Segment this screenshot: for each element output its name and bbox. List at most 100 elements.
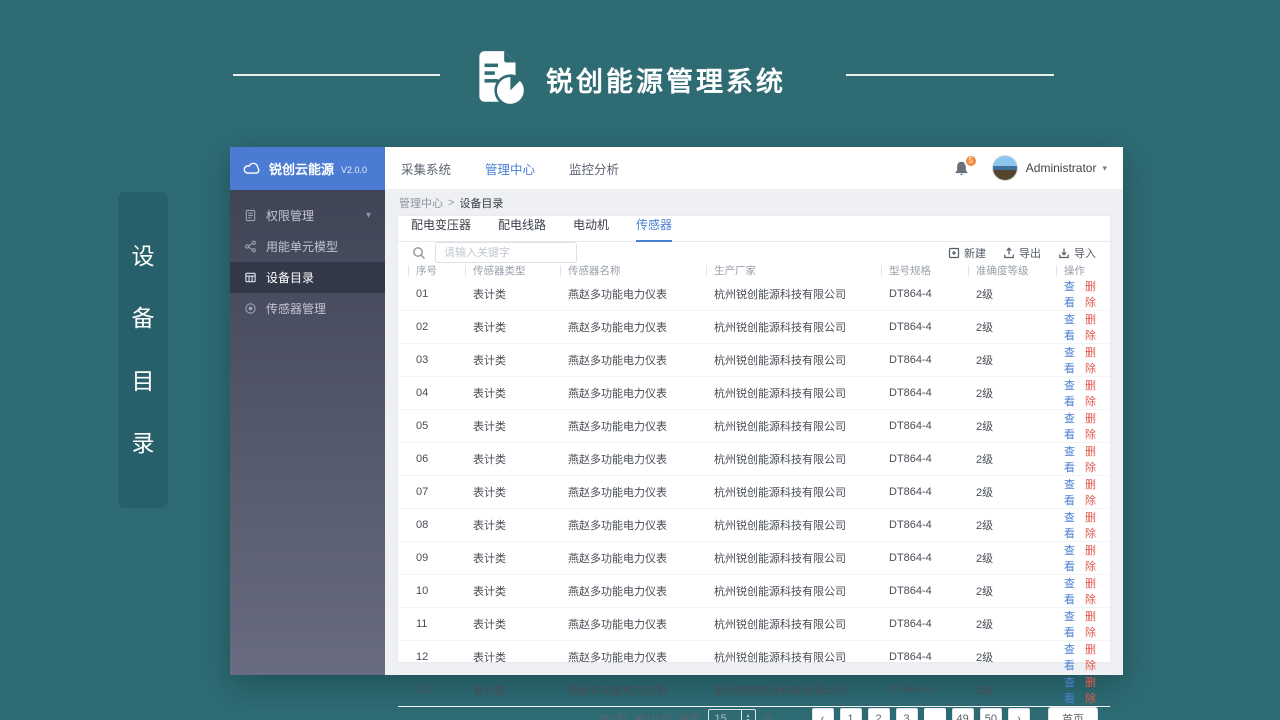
sidebar-item-label: 用能单元模型 (266, 240, 339, 254)
cell-manufacturer: 杭州锐创能源科技有限公司 (714, 553, 846, 565)
delete-link[interactable]: 删除 (1085, 674, 1096, 706)
page-number-button[interactable]: 1 (839, 708, 862, 720)
cell-accuracy: 2级 (976, 652, 994, 664)
app-window: 锐创云能源 V2.0.0 权限管理 ▾ 用能单元模型 设备目录 传感器管理 采集… (230, 147, 1123, 720)
tab-distribution-line[interactable]: 配电线路 (498, 216, 546, 242)
delete-link[interactable]: 删除 (1085, 641, 1096, 673)
cell-manufacturer: 杭州锐创能源科技有限公司 (714, 322, 846, 334)
cell-model: DT864-4 (889, 519, 932, 531)
column-header-accuracy: 准确度等级 (976, 263, 1064, 278)
column-header-actions: 操作 (1064, 263, 1096, 278)
delete-link[interactable]: 删除 (1085, 344, 1096, 376)
page-size-stepper-arrows[interactable]: ▲▼ (740, 709, 755, 720)
sidebar-item-device-catalog[interactable]: 设备目录 (230, 262, 385, 293)
cell-accuracy: 2级 (976, 322, 994, 334)
view-link[interactable]: 查看 (1064, 509, 1075, 541)
cell-actions: 查看 删除 (1064, 410, 1096, 442)
cell-actions: 查看 删除 (1064, 311, 1096, 343)
user-menu-caret-icon[interactable]: ▾ (1102, 163, 1107, 174)
sidebar-item-label: 传感器管理 (266, 302, 327, 316)
search-input[interactable] (435, 242, 577, 263)
view-link[interactable]: 查看 (1064, 641, 1075, 673)
chevron-down-icon: ▾ (365, 210, 371, 221)
cell-manufacturer: 杭州锐创能源科技有限公司 (714, 355, 846, 367)
delete-link[interactable]: 删除 (1085, 542, 1096, 574)
first-page-button[interactable]: 首页 (1048, 707, 1098, 720)
cell-actions: 查看 删除 (1064, 443, 1096, 475)
cell-no: 03 (416, 354, 429, 366)
cloud-icon (243, 162, 260, 174)
cell-sensor-type: 表计类 (473, 322, 506, 334)
page-background: 锐创能源管理系统 设 备 目 录 锐创云能源 V2.0.0 权限管理 ▾ 用能单… (0, 0, 1280, 720)
export-button[interactable]: 导出 (1003, 245, 1041, 261)
next-page-button[interactable]: › (1008, 708, 1030, 720)
view-link[interactable]: 查看 (1064, 311, 1075, 343)
cell-manufacturer: 杭州锐创能源科技有限公司 (714, 454, 846, 466)
table-row: 12 表计类 燕赵多功能电力仪表 杭州锐创能源科技有限公司 DT864-4 2级… (398, 641, 1110, 674)
nav-item-management-center[interactable]: 管理中心 (485, 159, 535, 178)
nav-item-monitoring-analysis[interactable]: 监控分析 (569, 159, 619, 178)
page-number-button[interactable]: … (923, 708, 946, 720)
cell-no: 06 (416, 453, 429, 465)
tab-sensor[interactable]: 传感器 (636, 216, 673, 242)
delete-link[interactable]: 删除 (1085, 278, 1096, 310)
cell-sensor-name: 燕赵多功能电力仪表 (568, 421, 667, 433)
nav-item-collection-system[interactable]: 采集系统 (401, 159, 451, 178)
delete-link[interactable]: 删除 (1085, 377, 1096, 409)
delete-link[interactable]: 删除 (1085, 509, 1096, 541)
view-link[interactable]: 查看 (1064, 344, 1075, 376)
sidebar-menu: 权限管理 ▾ 用能单元模型 设备目录 传感器管理 (230, 190, 385, 324)
delete-link[interactable]: 删除 (1085, 311, 1096, 343)
view-link[interactable]: 查看 (1064, 278, 1075, 310)
page-number-button[interactable]: 3 (895, 708, 918, 720)
view-link[interactable]: 查看 (1064, 476, 1075, 508)
cell-sensor-type: 表计类 (473, 355, 506, 367)
search-icon (412, 246, 426, 260)
view-link[interactable]: 查看 (1064, 542, 1075, 574)
table-row: 06 表计类 燕赵多功能电力仪表 杭州锐创能源科技有限公司 DT864-4 2级… (398, 443, 1110, 476)
tab-electric-motor[interactable]: 电动机 (573, 216, 609, 242)
delete-link[interactable]: 删除 (1085, 476, 1096, 508)
user-name: Administrator (1025, 161, 1097, 175)
view-link[interactable]: 查看 (1064, 674, 1075, 706)
cell-model: DT864-4 (889, 585, 932, 597)
avatar[interactable] (991, 155, 1018, 181)
cell-accuracy: 2级 (976, 487, 994, 499)
import-button[interactable]: 导入 (1058, 245, 1096, 261)
view-link[interactable]: 查看 (1064, 443, 1075, 475)
delete-link[interactable]: 删除 (1085, 410, 1096, 442)
breadcrumb-parent[interactable]: 管理中心 (399, 195, 443, 211)
view-link[interactable]: 查看 (1064, 608, 1075, 640)
notifications-button[interactable]: 5 (953, 153, 978, 177)
prev-page-button[interactable]: ‹ (811, 708, 834, 720)
delete-link[interactable]: 删除 (1085, 575, 1096, 607)
delete-link[interactable]: 删除 (1085, 608, 1096, 640)
cell-sensor-name: 燕赵多功能电力仪表 (568, 355, 667, 367)
page-size-stepper[interactable]: 15 ▲▼ (707, 708, 756, 720)
table-row: 10 表计类 燕赵多功能电力仪表 杭州锐创能源科技有限公司 DT864-4 2级… (398, 575, 1110, 608)
tab-distribution-transformer[interactable]: 配电变压器 (411, 216, 471, 242)
page-number-button[interactable]: 49 (951, 708, 974, 720)
new-button[interactable]: 新建 (948, 245, 986, 261)
cell-sensor-type: 表计类 (473, 619, 506, 631)
cell-actions: 查看 删除 (1064, 509, 1096, 541)
view-link[interactable]: 查看 (1064, 575, 1075, 607)
sidebar-item-permissions[interactable]: 权限管理 ▾ (230, 200, 385, 231)
page-number-button[interactable]: 2 (867, 708, 890, 720)
sidebar-item-energy-unit-model[interactable]: 用能单元模型 (230, 231, 385, 262)
page-number-button[interactable]: 50 (979, 708, 1002, 720)
view-link[interactable]: 查看 (1064, 377, 1075, 409)
delete-link[interactable]: 删除 (1085, 443, 1096, 475)
document-icon (245, 209, 256, 222)
table-row: 05 表计类 燕赵多功能电力仪表 杭州锐创能源科技有限公司 DT864-4 2级… (398, 410, 1110, 443)
sidebar-item-sensor-management[interactable]: 传感器管理 (230, 293, 385, 324)
grid-icon (245, 272, 256, 283)
cell-no: 11 (416, 618, 428, 630)
cell-actions: 查看 删除 (1064, 641, 1096, 673)
view-link[interactable]: 查看 (1064, 410, 1075, 442)
cell-accuracy: 2级 (976, 421, 994, 433)
cell-no: 09 (416, 552, 429, 564)
cell-no: 02 (416, 321, 429, 333)
export-icon (1004, 246, 1014, 258)
cell-accuracy: 2级 (976, 520, 994, 532)
